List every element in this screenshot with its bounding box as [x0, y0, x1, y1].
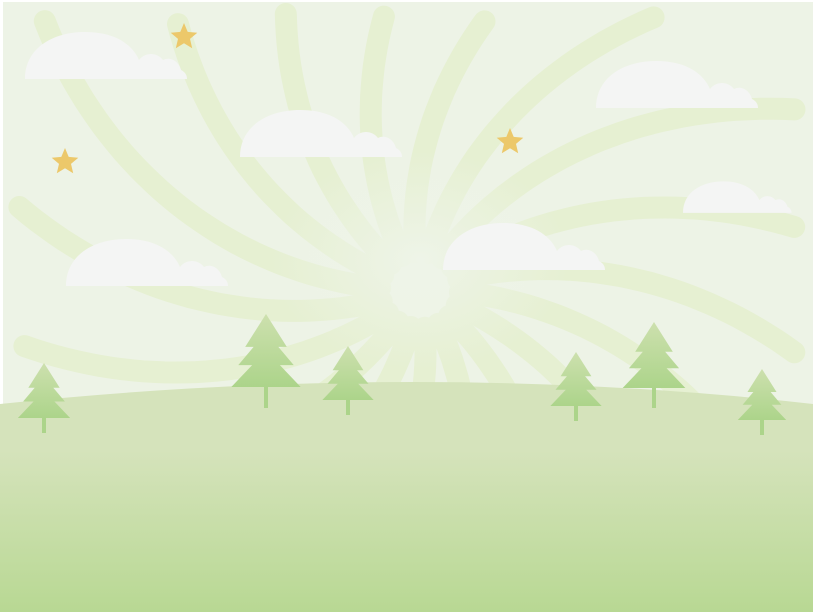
- tree-trunk: [760, 418, 764, 435]
- tree-trunk: [346, 398, 350, 415]
- tree-trunk: [264, 385, 268, 408]
- tree-trunk: [652, 386, 656, 408]
- hill: [0, 382, 813, 612]
- tree-trunk: [42, 416, 46, 433]
- game-scene: [0, 0, 813, 612]
- tree-trunk: [574, 404, 578, 421]
- background-illustration: [0, 2, 813, 612]
